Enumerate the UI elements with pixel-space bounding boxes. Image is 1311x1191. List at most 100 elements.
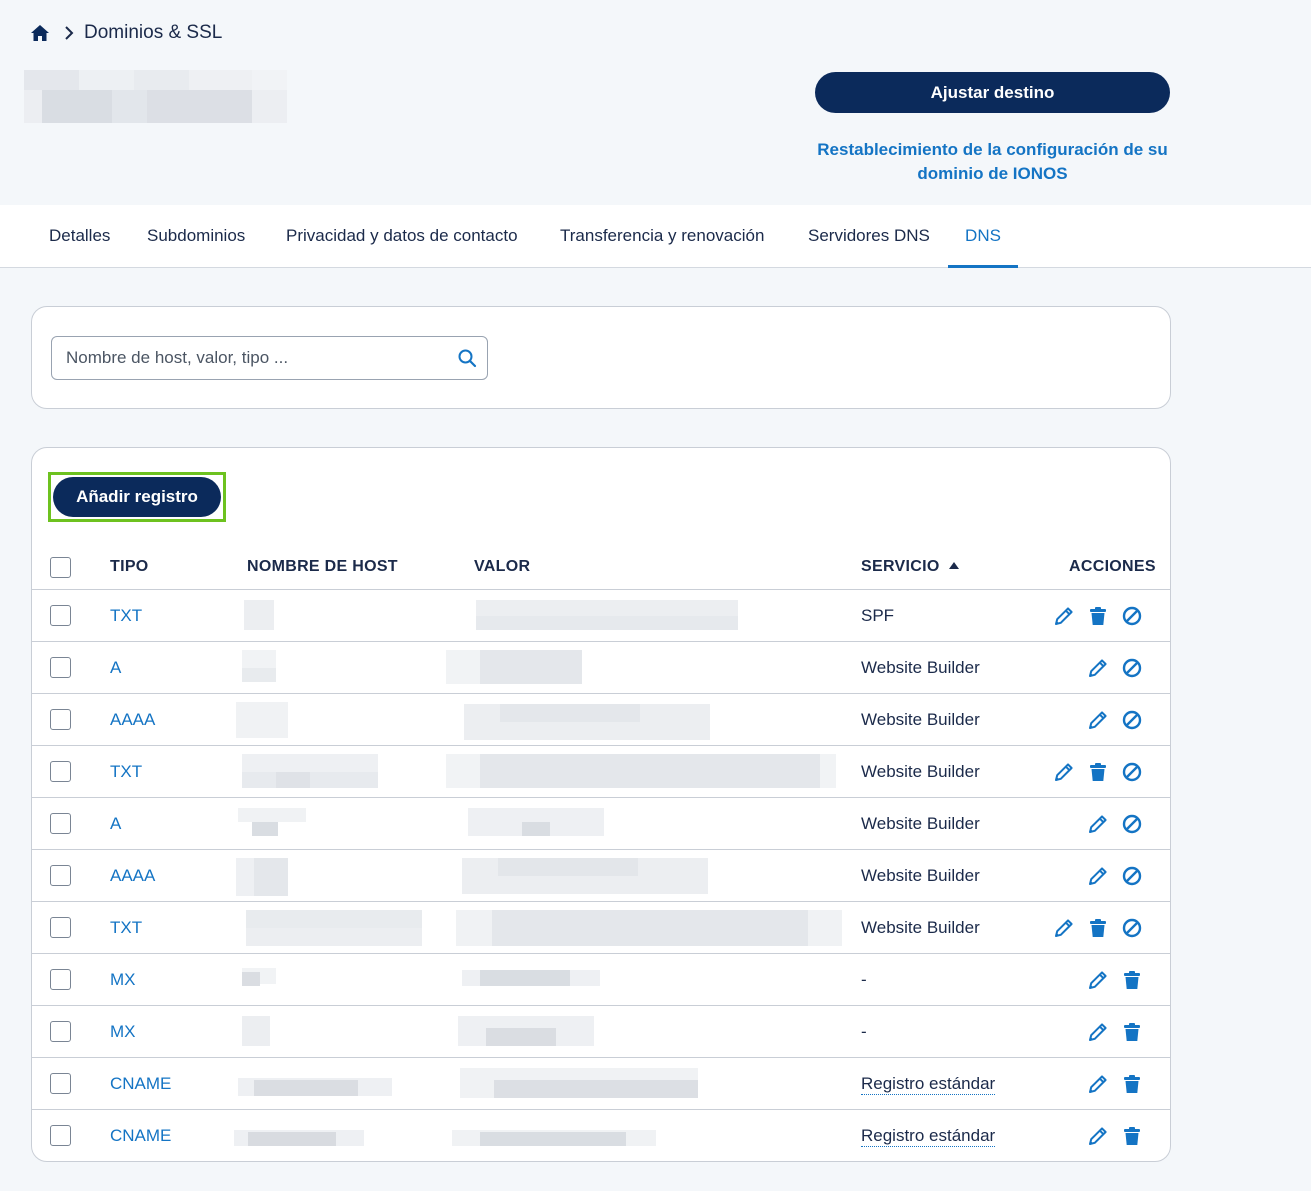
row-checkbox[interactable] [50, 657, 71, 678]
table-row: A Website Builder [32, 642, 1170, 694]
tab-transfer-renewal[interactable]: Transferencia y renovación [542, 205, 782, 267]
row-checkbox[interactable] [50, 1021, 71, 1042]
record-type[interactable]: AAAA [110, 850, 155, 902]
table-row: TXT Website Builder [32, 902, 1170, 954]
record-service: SPF [861, 590, 894, 642]
edit-pencil-icon[interactable] [1087, 1125, 1109, 1147]
row-checkbox[interactable] [50, 917, 71, 938]
edit-pencil-icon[interactable] [1053, 917, 1075, 939]
home-icon[interactable] [30, 23, 50, 43]
record-type[interactable]: AAAA [110, 694, 155, 746]
column-service-label: SERVICIO [861, 558, 940, 575]
column-actions: ACCIONES [1069, 558, 1156, 575]
table-row: TXT SPF [32, 590, 1170, 642]
table-row: AAAA Website Builder [32, 850, 1170, 902]
tab-dns[interactable]: DNS [948, 205, 1018, 268]
tab-dns-servers[interactable]: Servidores DNS [790, 205, 948, 267]
row-checkbox[interactable] [50, 709, 71, 730]
tab-subdomains[interactable]: Subdominios [129, 205, 263, 267]
edit-pencil-icon[interactable] [1087, 813, 1109, 835]
record-type[interactable]: CNAME [110, 1110, 171, 1161]
deactivate-icon[interactable] [1121, 865, 1143, 887]
record-type[interactable]: A [110, 642, 121, 694]
table-row: A Website Builder [32, 798, 1170, 850]
deactivate-icon[interactable] [1121, 657, 1143, 679]
tab-details[interactable]: Detalles [31, 205, 128, 267]
select-all-checkbox[interactable] [50, 556, 71, 578]
record-service: - [861, 954, 867, 1006]
add-record-button[interactable]: Añadir registro [53, 477, 221, 517]
adjust-target-button[interactable]: Ajustar destino [815, 72, 1170, 113]
table-row: MX - [32, 1006, 1170, 1058]
search-input[interactable] [52, 337, 487, 379]
deactivate-icon[interactable] [1121, 761, 1143, 783]
delete-trash-icon[interactable] [1121, 1021, 1143, 1043]
delete-trash-icon[interactable] [1121, 1125, 1143, 1147]
search-card [31, 306, 1171, 409]
breadcrumb: Dominios & SSL [30, 22, 222, 44]
row-checkbox[interactable] [50, 1073, 71, 1094]
edit-pencil-icon[interactable] [1087, 865, 1109, 887]
record-service-label: Registro estándar [861, 1073, 996, 1095]
delete-trash-icon[interactable] [1087, 917, 1109, 939]
edit-pencil-icon[interactable] [1087, 969, 1109, 991]
column-hostname[interactable]: NOMBRE DE HOST [247, 544, 398, 590]
record-service[interactable]: Registro estándar [861, 1058, 996, 1110]
record-service-label: Website Builder [861, 866, 980, 885]
column-service[interactable]: SERVICIO [861, 544, 959, 590]
tab-bar: Detalles Subdominios Privacidad y datos … [0, 205, 1311, 268]
redacted-domain-title [24, 70, 287, 123]
record-service-label: Website Builder [861, 918, 980, 937]
table-row: CNAME Registro estándar [32, 1058, 1170, 1110]
record-service: Website Builder [861, 850, 980, 902]
record-type[interactable]: MX [110, 954, 136, 1006]
record-service: Website Builder [861, 746, 980, 798]
sort-ascending-icon [948, 561, 959, 569]
edit-pencil-icon[interactable] [1087, 1021, 1109, 1043]
edit-pencil-icon[interactable] [1087, 1073, 1109, 1095]
record-service: Website Builder [861, 694, 980, 746]
delete-trash-icon[interactable] [1121, 1073, 1143, 1095]
edit-pencil-icon[interactable] [1053, 605, 1075, 627]
row-checkbox[interactable] [50, 813, 71, 834]
row-checkbox[interactable] [50, 865, 71, 886]
edit-pencil-icon[interactable] [1087, 657, 1109, 679]
tab-privacy-contact[interactable]: Privacidad y datos de contacto [268, 205, 536, 267]
row-checkbox[interactable] [50, 761, 71, 782]
edit-pencil-icon[interactable] [1053, 761, 1075, 783]
record-service[interactable]: Registro estándar [861, 1110, 996, 1161]
record-service-label: Registro estándar [861, 1125, 996, 1147]
deactivate-icon[interactable] [1121, 709, 1143, 731]
delete-trash-icon[interactable] [1087, 761, 1109, 783]
row-checkbox[interactable] [50, 605, 71, 626]
record-type[interactable]: CNAME [110, 1058, 171, 1110]
record-service-label: - [861, 970, 867, 989]
record-service: Website Builder [861, 642, 980, 694]
record-service-label: SPF [861, 606, 895, 625]
record-service: Website Builder [861, 902, 980, 954]
breadcrumb-current[interactable]: Dominios & SSL [84, 22, 222, 44]
table-row: TXT Website Builder [32, 746, 1170, 798]
edit-pencil-icon[interactable] [1087, 709, 1109, 731]
chevron-right-icon [65, 26, 74, 40]
record-type[interactable]: TXT [110, 590, 142, 642]
deactivate-icon[interactable] [1121, 813, 1143, 835]
row-checkbox[interactable] [50, 969, 71, 990]
search-icon[interactable] [457, 348, 477, 368]
deactivate-icon[interactable] [1121, 605, 1143, 627]
reset-domain-config-link[interactable]: Restablecimiento de la configuración de … [815, 138, 1170, 186]
record-service-label: - [861, 1022, 867, 1041]
row-checkbox[interactable] [50, 1125, 71, 1146]
record-type[interactable]: TXT [110, 746, 142, 798]
deactivate-icon[interactable] [1121, 917, 1143, 939]
column-type[interactable]: TIPO [110, 544, 149, 590]
record-type[interactable]: MX [110, 1006, 136, 1058]
column-value[interactable]: VALOR [474, 544, 530, 590]
delete-trash-icon[interactable] [1121, 969, 1143, 991]
delete-trash-icon[interactable] [1087, 605, 1109, 627]
record-type[interactable]: A [110, 798, 121, 850]
table-row: CNAME Registro estándar [32, 1110, 1170, 1161]
search-field [51, 336, 488, 380]
record-service-label: Website Builder [861, 814, 980, 833]
record-type[interactable]: TXT [110, 902, 142, 954]
